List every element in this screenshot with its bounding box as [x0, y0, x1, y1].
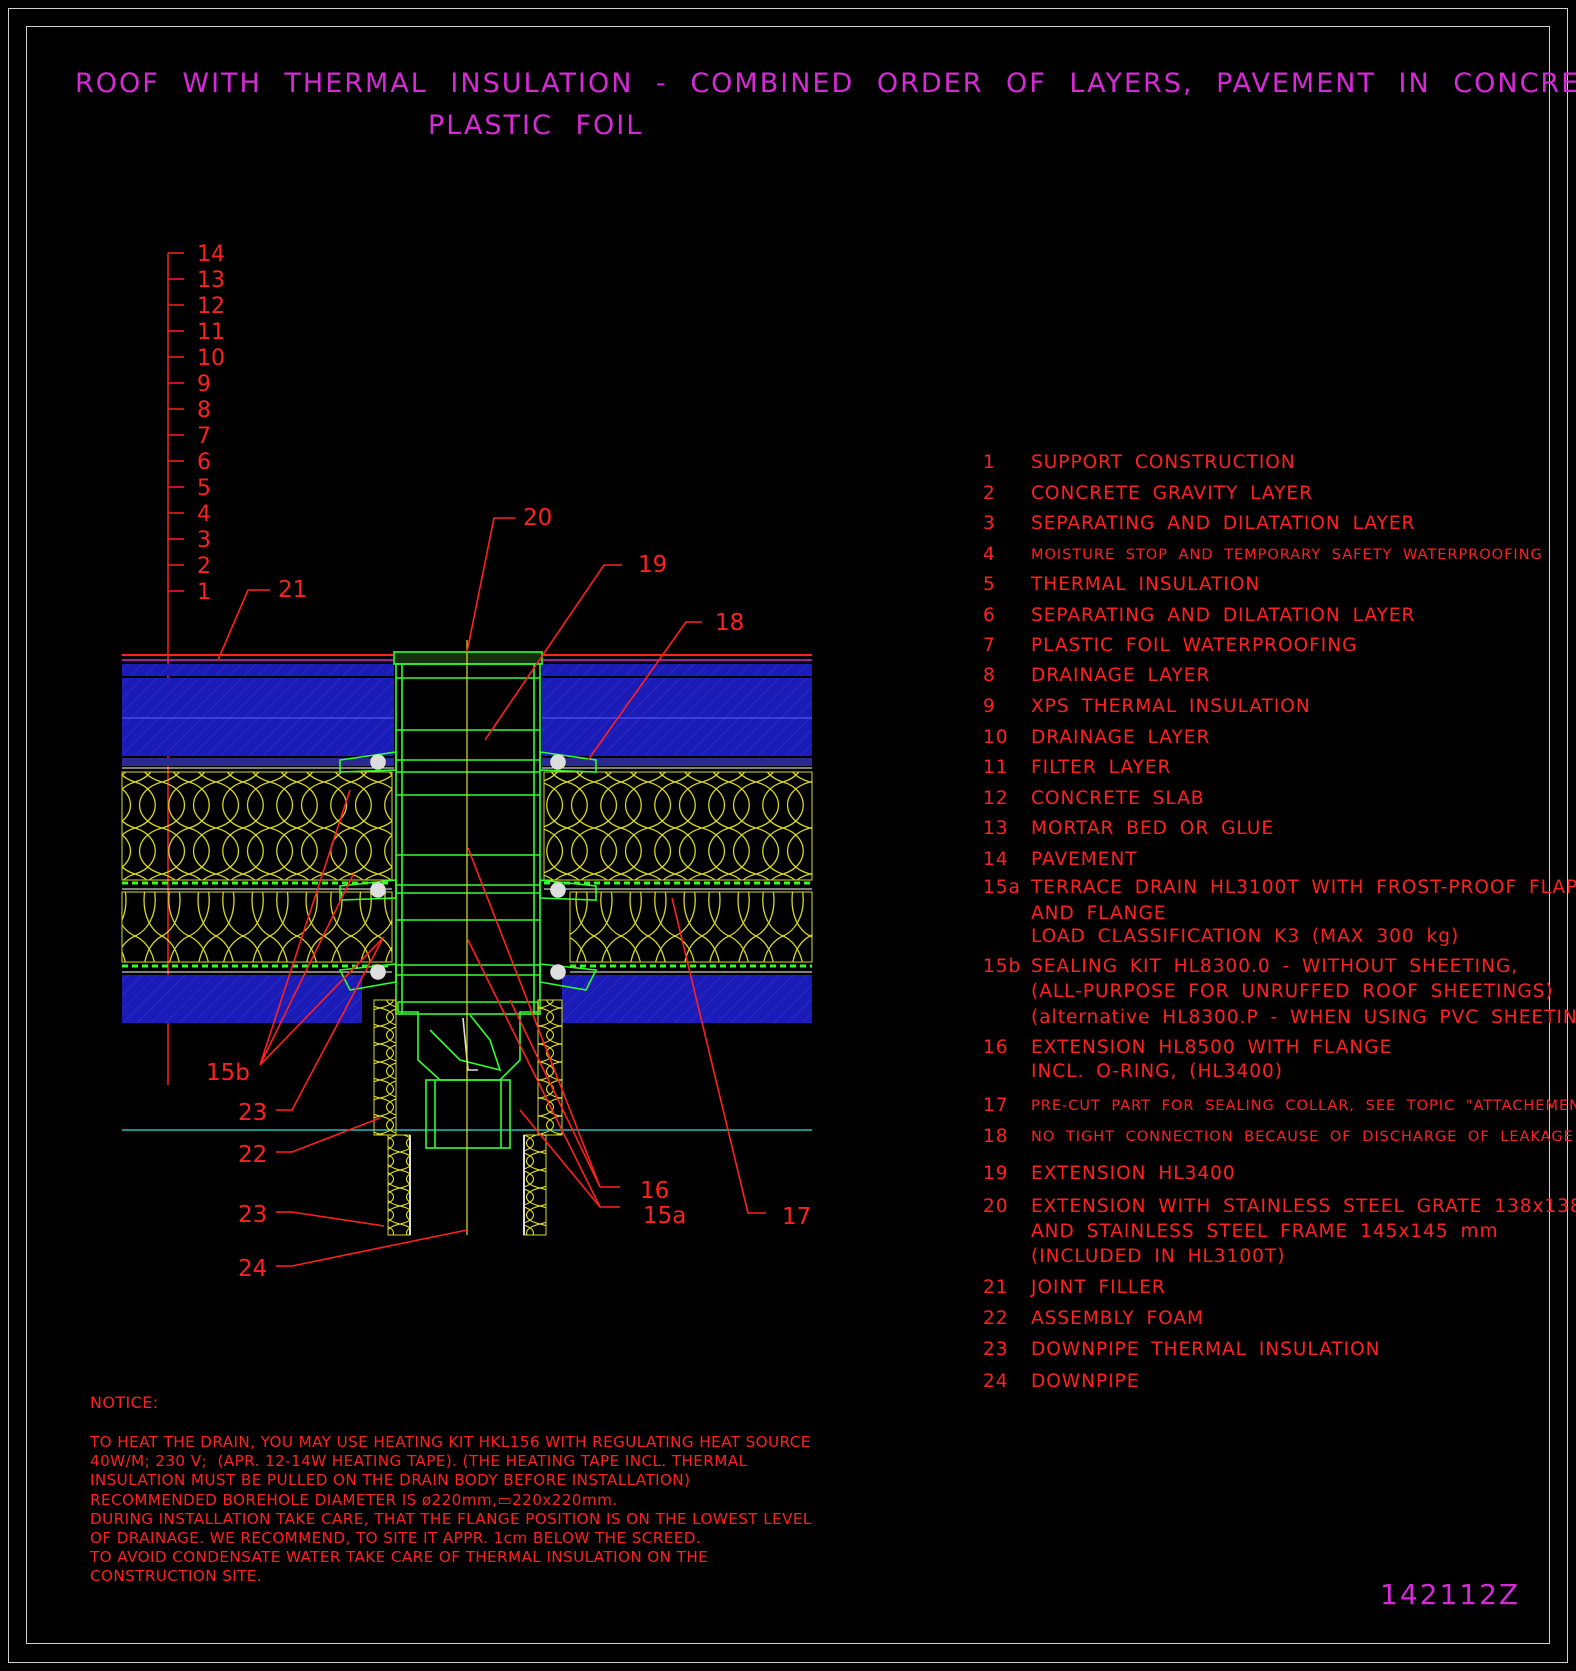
- callout-22: 22: [238, 1142, 267, 1168]
- legend-number: 4: [983, 544, 996, 565]
- legend-number: 11: [983, 757, 1009, 778]
- legend-number: 23: [983, 1339, 1009, 1360]
- legend-number: 7: [983, 635, 996, 656]
- legend-number: 14: [983, 849, 1009, 870]
- scale-label: 8: [197, 398, 211, 423]
- legend-text: ASSEMBLY FOAM: [1031, 1308, 1205, 1329]
- legend-text: SEPARATING AND DILATATION LAYER: [1031, 605, 1416, 626]
- legend-text: MOISTURE STOP AND TEMPORARY SAFETY WATER…: [1031, 547, 1543, 563]
- legend-text: SEPARATING AND DILATATION LAYER: [1031, 513, 1416, 534]
- legend-text: SEALING KIT HL8300.0 - WITHOUT SHEETING,: [1031, 956, 1519, 977]
- legend-number: 3: [983, 513, 996, 534]
- legend-number: 10: [983, 727, 1009, 748]
- callout-20: 20: [523, 505, 552, 531]
- scale-label: 3: [197, 528, 211, 553]
- legend-text: (ALL-PURPOSE FOR UNRUFFED ROOF SHEETINGS…: [1031, 981, 1554, 1002]
- scale-label: 2: [197, 554, 211, 579]
- scale-label: 9: [197, 372, 211, 397]
- legend-text: TERRACE DRAIN HL3100T WITH FROST-PROOF F…: [1031, 877, 1576, 898]
- notice-body: TO HEAT THE DRAIN, YOU MAY USE HEATING K…: [90, 1433, 812, 1586]
- legend-text: AND STAINLESS STEEL FRAME 145x145 mm: [1031, 1221, 1499, 1242]
- legend-number: 13: [983, 818, 1009, 839]
- legend-text: EXTENSION HL3400: [1031, 1163, 1236, 1184]
- legend-number: 15b: [983, 956, 1022, 977]
- legend-number: 8: [983, 665, 996, 686]
- legend-number: 12: [983, 788, 1009, 809]
- legend-number: 19: [983, 1163, 1009, 1184]
- legend-text: AND FLANGE: [1031, 903, 1167, 924]
- legend-text: (alternative HL8300.P - WHEN USING PVC S…: [1031, 1007, 1576, 1028]
- scale-label: 4: [197, 502, 211, 527]
- legend-number: 1: [983, 452, 996, 473]
- legend-number: 18: [983, 1126, 1009, 1147]
- scale-label: 5: [197, 476, 211, 501]
- scale-label: 13: [197, 268, 225, 293]
- legend-number: 16: [983, 1037, 1009, 1058]
- legend-text: DRAINAGE LAYER: [1031, 665, 1211, 686]
- callout-19: 19: [638, 552, 667, 578]
- legend-text: DRAINAGE LAYER: [1031, 727, 1211, 748]
- scale-label: 6: [197, 450, 211, 475]
- scale-label: 14: [197, 242, 225, 267]
- legend-number: 5: [983, 574, 996, 595]
- legend-text: JOINT FILLER: [1031, 1277, 1166, 1298]
- legend-text: EXTENSION HL8500 WITH FLANGE: [1031, 1037, 1393, 1058]
- notice-heading: NOTICE:: [90, 1393, 159, 1412]
- callout-21: 21: [278, 577, 307, 603]
- scale-label: 12: [197, 294, 225, 319]
- callout-15b: 15b: [206, 1060, 250, 1086]
- legend-text: PLASTIC FOIL WATERPROOFING: [1031, 635, 1358, 656]
- legend-number: 22: [983, 1308, 1009, 1329]
- callout-23-upper: 23: [238, 1100, 267, 1126]
- legend-text: XPS THERMAL INSULATION: [1031, 696, 1311, 717]
- section-drawing: 1413121110987654321 20 19 18 21 15b 23 2…: [121, 242, 813, 1282]
- callout-24: 24: [238, 1256, 267, 1282]
- scale-label: 10: [197, 346, 225, 371]
- legend-number: 20: [983, 1196, 1009, 1217]
- legend-text: CONCRETE GRAVITY LAYER: [1031, 483, 1313, 504]
- legend-number: 24: [983, 1371, 1009, 1392]
- legend-text: CONCRETE SLAB: [1031, 788, 1205, 809]
- legend-text: THERMAL INSULATION: [1031, 574, 1261, 595]
- legend-text: PAVEMENT: [1031, 849, 1138, 870]
- legend-text: (INCLUDED IN HL3100T): [1031, 1246, 1286, 1267]
- scale-label: 1: [197, 580, 211, 605]
- legend-text: NO TIGHT CONNECTION BECAUSE OF DISCHARGE…: [1031, 1129, 1576, 1145]
- scale-label: 11: [197, 320, 225, 345]
- callout-17: 17: [782, 1204, 811, 1230]
- callout-23-lower: 23: [238, 1202, 267, 1228]
- legend-text: INCL. O-RING, (HL3400): [1031, 1061, 1284, 1082]
- legend-number: 9: [983, 696, 996, 717]
- drawing-code: 142112Z: [1380, 1578, 1521, 1611]
- legend-number: 17: [983, 1095, 1009, 1116]
- legend-number: 2: [983, 483, 996, 504]
- legend-number: 21: [983, 1277, 1009, 1298]
- legend-text: FILTER LAYER: [1031, 757, 1172, 778]
- legend-number: 6: [983, 605, 996, 626]
- scale-label: 7: [197, 424, 211, 449]
- callout-18: 18: [715, 610, 744, 636]
- legend-text: DOWNPIPE THERMAL INSULATION: [1031, 1339, 1381, 1360]
- legend-text: SUPPORT CONSTRUCTION: [1031, 452, 1296, 473]
- callout-15a: 15a: [643, 1203, 686, 1229]
- legend-text: LOAD CLASSIFICATION K3 (MAX 300 kg): [1031, 926, 1460, 947]
- legend-text: MORTAR BED OR GLUE: [1031, 818, 1275, 839]
- legend-text: PRE-CUT PART FOR SEALING COLLAR, SEE TOP…: [1031, 1098, 1576, 1114]
- legend-text: DOWNPIPE: [1031, 1371, 1140, 1392]
- legend-text: EXTENSION WITH STAINLESS STEEL GRATE 138…: [1031, 1196, 1576, 1217]
- legend-number: 15a: [983, 877, 1021, 898]
- callout-16: 16: [640, 1178, 669, 1204]
